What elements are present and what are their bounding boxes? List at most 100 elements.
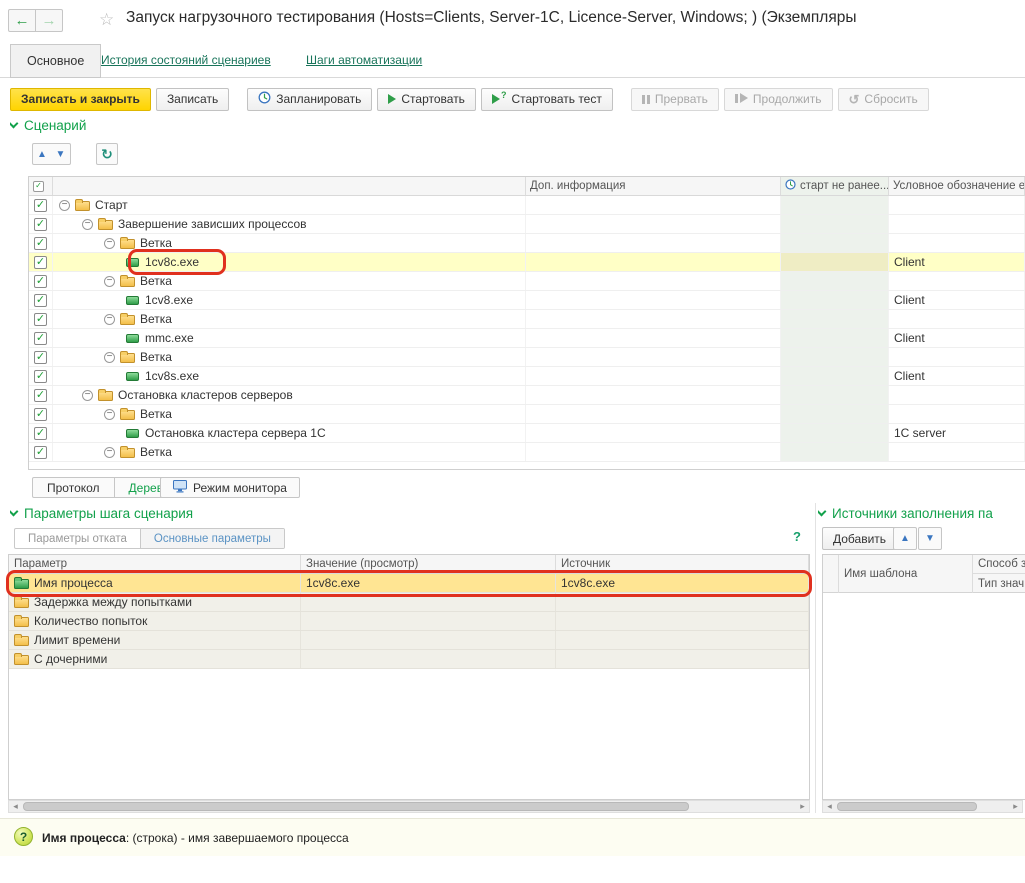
move-down-button[interactable]: ▼ bbox=[918, 527, 942, 550]
collapse-icon[interactable] bbox=[104, 238, 115, 249]
table-row[interactable]: ✓ 1cv8s.exe Client bbox=[29, 367, 1025, 386]
scroll-left-button[interactable]: ◂ bbox=[10, 801, 21, 812]
tab-rollback-parameters[interactable]: Параметры отката bbox=[15, 529, 140, 548]
fill-method-column-header[interactable]: Способ з bbox=[973, 555, 1025, 574]
app-window: ← → ☆ Запуск нагрузочного тестирования (… bbox=[0, 0, 1025, 883]
start-not-earlier-column-header[interactable]: старт не ранее... bbox=[781, 177, 889, 195]
step-parameters-section-header[interactable]: Параметры шага сценария bbox=[10, 506, 193, 521]
schedule-button[interactable]: Запланировать bbox=[247, 88, 372, 111]
unit-symbol-column-header[interactable]: Условное обозначение ед bbox=[889, 177, 1025, 195]
scroll-right-button[interactable]: ▸ bbox=[1010, 801, 1021, 812]
table-row[interactable]: ✓ Ветка bbox=[29, 348, 1025, 367]
reset-button[interactable]: ↺ Сбросить bbox=[838, 88, 929, 111]
table-row[interactable]: ✓ Остановка кластеров серверов bbox=[29, 386, 1025, 405]
favorite-star-icon[interactable]: ☆ bbox=[99, 10, 114, 30]
row-checkbox[interactable]: ✓ bbox=[29, 367, 53, 385]
tab-main[interactable]: Основное bbox=[10, 44, 101, 78]
tree-cell: Ветка bbox=[53, 405, 526, 423]
collapse-icon[interactable] bbox=[104, 447, 115, 458]
parameter-row[interactable]: Количество попыток bbox=[9, 612, 809, 631]
checkbox-checked-icon: ✓ bbox=[34, 294, 47, 307]
row-checkbox[interactable]: ✓ bbox=[29, 310, 53, 328]
symbol-cell bbox=[889, 272, 1025, 290]
horizontal-scrollbar[interactable]: ◂ ▸ bbox=[8, 800, 810, 813]
tree-item-label: Завершение зависших процессов bbox=[118, 217, 307, 231]
save-button[interactable]: Записать bbox=[156, 88, 229, 111]
table-row[interactable]: ✓ 1cv8.exe Client bbox=[29, 291, 1025, 310]
row-checkbox[interactable]: ✓ bbox=[29, 253, 53, 271]
parameter-row[interactable]: Задержка между попытками bbox=[9, 593, 809, 612]
scrollbar-thumb[interactable] bbox=[23, 802, 689, 811]
select-all-header-cell[interactable]: ✓ bbox=[29, 177, 53, 195]
start-test-button[interactable]: ? Стартовать тест bbox=[481, 88, 613, 111]
parameter-row[interactable]: С дочерними bbox=[9, 650, 809, 669]
clock-icon bbox=[785, 179, 796, 193]
template-name-column-header[interactable]: Имя шаблона bbox=[839, 555, 973, 593]
value-type-column-header[interactable]: Тип знач bbox=[973, 574, 1025, 593]
parameter-row[interactable]: Лимит времени bbox=[9, 631, 809, 650]
row-checkbox[interactable]: ✓ bbox=[29, 291, 53, 309]
parameter-row-selected[interactable]: Имя процесса 1cv8c.exe 1cv8c.exe bbox=[9, 574, 809, 593]
table-row[interactable]: ✓ Ветка bbox=[29, 310, 1025, 329]
protocol-button[interactable]: Протокол bbox=[33, 478, 114, 497]
move-up-button[interactable]: ▲ bbox=[893, 527, 917, 550]
table-row[interactable]: ✓ Остановка кластера сервера 1С 1C serve… bbox=[29, 424, 1025, 443]
monitor-mode-button[interactable]: Режим монитора bbox=[160, 477, 300, 498]
tab-link-automation-steps[interactable]: Шаги автоматизации bbox=[306, 53, 422, 67]
fill-sources-title: Источники заполнения па bbox=[832, 506, 993, 521]
start-button[interactable]: Стартовать bbox=[377, 88, 476, 111]
row-checkbox[interactable]: ✓ bbox=[29, 443, 53, 461]
fill-sources-section-header[interactable]: Источники заполнения па bbox=[818, 506, 1025, 521]
scroll-right-button[interactable]: ▸ bbox=[797, 801, 808, 812]
table-row-selected[interactable]: ✓ 1cv8c.exe Client bbox=[29, 253, 1025, 272]
parameter-column-header[interactable]: Параметр bbox=[9, 555, 301, 573]
collapse-icon[interactable] bbox=[104, 276, 115, 287]
tab-main-parameters[interactable]: Основные параметры bbox=[140, 529, 284, 548]
scenario-section-header[interactable]: Сценарий bbox=[10, 118, 86, 133]
table-row[interactable]: ✓ Завершение зависших процессов bbox=[29, 215, 1025, 234]
row-checkbox[interactable]: ✓ bbox=[29, 196, 53, 214]
table-row[interactable]: ✓ Ветка bbox=[29, 272, 1025, 291]
collapse-icon[interactable] bbox=[104, 409, 115, 420]
refresh-icon: ↻ bbox=[101, 146, 113, 163]
row-checkbox[interactable]: ✓ bbox=[29, 348, 53, 366]
refresh-button[interactable]: ↻ bbox=[96, 143, 118, 165]
row-checkbox[interactable]: ✓ bbox=[29, 405, 53, 423]
table-row[interactable]: ✓ Старт bbox=[29, 196, 1025, 215]
row-checkbox[interactable]: ✓ bbox=[29, 329, 53, 347]
row-checkbox[interactable]: ✓ bbox=[29, 272, 53, 290]
source-column-header[interactable]: Источник bbox=[556, 555, 809, 573]
extra-info-column-header[interactable]: Доп. информация bbox=[526, 177, 781, 195]
save-label: Записать bbox=[167, 92, 218, 106]
row-checkbox[interactable]: ✓ bbox=[29, 215, 53, 233]
save-and-close-button[interactable]: Записать и закрыть bbox=[10, 88, 151, 111]
row-checkbox[interactable]: ✓ bbox=[29, 386, 53, 404]
move-down-button[interactable]: ▼ bbox=[51, 143, 71, 165]
move-up-button[interactable]: ▲ bbox=[32, 143, 52, 165]
help-icon[interactable]: ? bbox=[793, 529, 801, 544]
collapse-icon[interactable] bbox=[82, 390, 93, 401]
add-button[interactable]: Добавить bbox=[822, 527, 897, 550]
collapse-icon[interactable] bbox=[104, 352, 115, 363]
back-button[interactable]: ← bbox=[8, 9, 36, 32]
tab-link-scenario-history[interactable]: История состояний сценариев bbox=[101, 53, 271, 67]
collapse-icon[interactable] bbox=[59, 200, 70, 211]
table-row[interactable]: ✓ Ветка bbox=[29, 234, 1025, 253]
clock-icon bbox=[258, 91, 271, 107]
forward-button[interactable]: → bbox=[35, 9, 63, 32]
table-row[interactable]: ✓ Ветка bbox=[29, 443, 1025, 462]
horizontal-scrollbar[interactable]: ◂ ▸ bbox=[822, 800, 1023, 813]
table-row[interactable]: ✓ Ветка bbox=[29, 405, 1025, 424]
row-checkbox[interactable]: ✓ bbox=[29, 424, 53, 442]
down-arrow-icon: ▼ bbox=[56, 149, 66, 160]
collapse-icon[interactable] bbox=[104, 314, 115, 325]
scrollbar-thumb[interactable] bbox=[837, 802, 977, 811]
row-checkbox[interactable]: ✓ bbox=[29, 234, 53, 252]
table-row[interactable]: ✓ mmc.exe Client bbox=[29, 329, 1025, 348]
tree-column-header[interactable] bbox=[53, 177, 526, 195]
value-column-header[interactable]: Значение (просмотр) bbox=[301, 555, 556, 573]
interrupt-button[interactable]: Прервать bbox=[631, 88, 719, 111]
resume-button[interactable]: Продолжить bbox=[724, 88, 833, 111]
collapse-icon[interactable] bbox=[82, 219, 93, 230]
scroll-left-button[interactable]: ◂ bbox=[824, 801, 835, 812]
